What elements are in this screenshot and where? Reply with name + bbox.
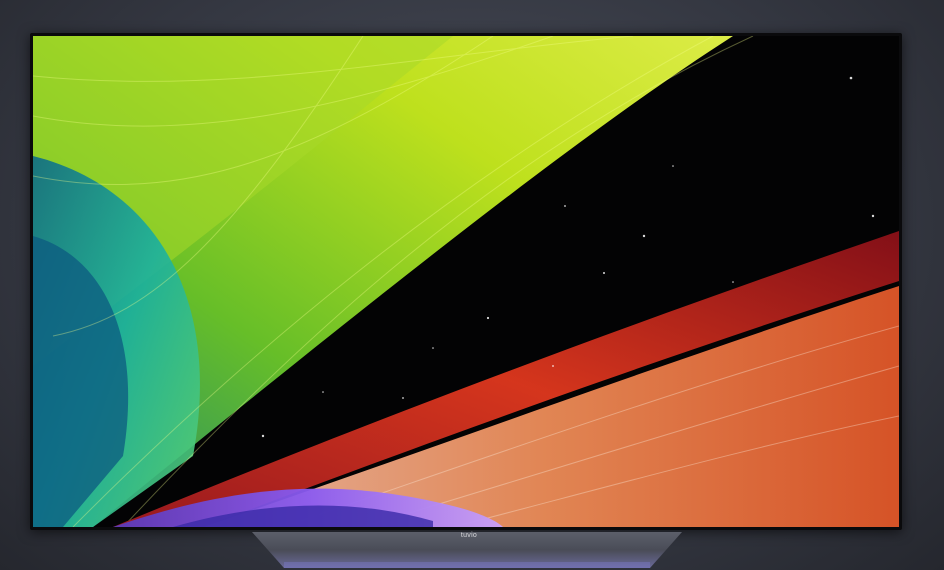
brand-logo: tuvio (460, 532, 478, 539)
tv-screen (33, 36, 899, 527)
abstract-light-streaks-wallpaper (33, 36, 899, 527)
tv-product-scene: tuvio (0, 0, 944, 570)
